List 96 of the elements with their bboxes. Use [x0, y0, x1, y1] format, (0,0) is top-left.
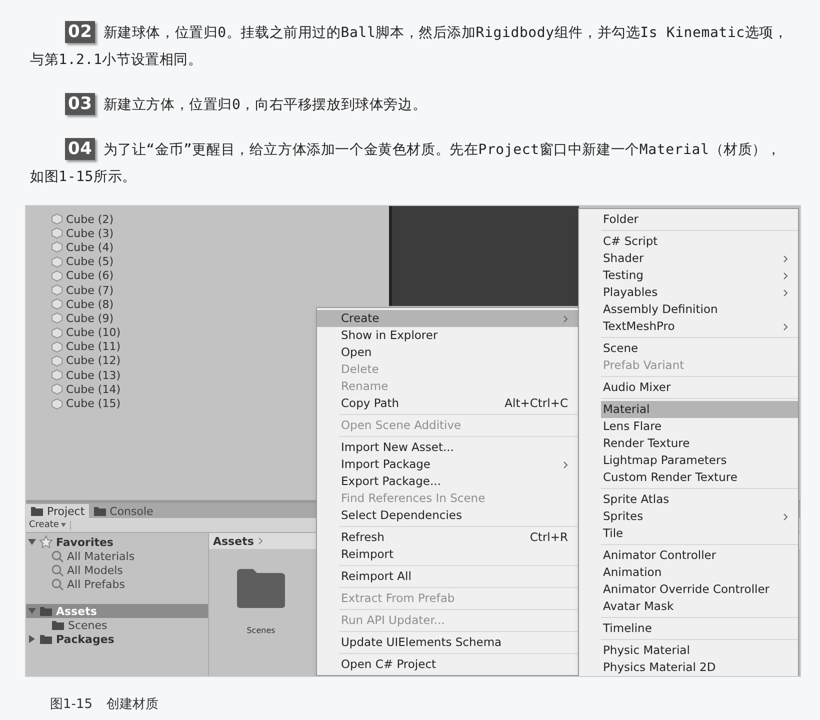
cube-icon [51, 354, 63, 367]
menu-item[interactable]: Reimport [339, 546, 578, 563]
menu-item[interactable]: Custom Render Texture [601, 469, 798, 486]
cube-icon [51, 383, 63, 396]
step-number-badge: 04 [65, 138, 96, 160]
step-paragraph: 03 新建立方体，位置归0，向右平移摆放到球体旁边。 [30, 92, 790, 119]
menu-item[interactable]: Animator Controller [601, 547, 798, 564]
menu-item[interactable]: Shader [601, 250, 798, 267]
cube-icon [51, 270, 63, 282]
cube-icon [51, 241, 63, 254]
cube-icon [51, 227, 63, 240]
cube-icon [51, 369, 63, 382]
search-icon [51, 578, 64, 590]
menu-item[interactable]: Sprite Atlas [601, 491, 798, 508]
hierarchy-item[interactable]: Cube (6) [66, 270, 114, 282]
cube-icon [51, 213, 63, 226]
hierarchy-item[interactable]: Cube (14) [66, 384, 120, 395]
menu-item[interactable]: Open C# Project [339, 656, 578, 673]
menu-item[interactable]: Import New Asset... [339, 439, 578, 456]
hierarchy-item[interactable]: Cube (8) [66, 298, 114, 310]
caret-icon [60, 523, 66, 527]
cube-icon [51, 340, 63, 353]
tree-item[interactable]: All Materials [26, 549, 208, 563]
tree-item[interactable]: All Prefabs [26, 577, 208, 591]
menu-item[interactable]: Testing [601, 267, 798, 284]
tree-item[interactable]: Favorites [26, 535, 208, 549]
hierarchy-item[interactable]: Cube (13) [66, 370, 120, 381]
menu-item[interactable]: Reimport All [339, 568, 578, 585]
cube-icon [51, 312, 63, 324]
tree-item[interactable]: All Models [26, 563, 208, 577]
step-number-badge: 03 [65, 93, 96, 115]
menu-item[interactable]: Playables [601, 284, 798, 301]
menu-item[interactable]: Assembly Definition [601, 301, 798, 318]
hierarchy-item[interactable]: Cube (7) [66, 284, 114, 296]
menu-item[interactable]: Lightmap Parameters [601, 452, 798, 469]
folder-icon [39, 634, 53, 644]
step-number-badge: 02 [65, 21, 96, 43]
panel-tab[interactable]: Project [26, 504, 89, 518]
cube-icon [51, 298, 63, 310]
hierarchy-item[interactable]: Cube (15) [66, 398, 120, 410]
menu-item[interactable]: Tile [601, 525, 798, 542]
menu-item[interactable]: Open [317, 344, 578, 361]
hierarchy-item[interactable]: Cube (11) [66, 341, 120, 352]
hierarchy-item[interactable]: Cube (3) [66, 228, 114, 239]
menu-item[interactable]: Select Dependencies [339, 507, 578, 524]
hierarchy-item[interactable]: Cube (4) [66, 242, 114, 253]
folder-icon[interactable] [235, 567, 287, 609]
menu-item[interactable]: Scene [601, 340, 798, 357]
panel-tab[interactable]: Console [88, 504, 158, 518]
star-icon [39, 535, 53, 549]
expanded-arrow-icon[interactable] [28, 538, 36, 546]
folder-icon [39, 606, 53, 616]
menu-item[interactable]: Physic Material [601, 642, 798, 659]
menu-item[interactable]: Animation [601, 564, 798, 581]
menu-item[interactable]: Animator Override Controller [601, 581, 798, 598]
menu-item[interactable]: Physics Material 2D [601, 659, 798, 676]
menu-item[interactable]: Avatar Mask [601, 598, 798, 615]
expanded-arrow-icon[interactable] [28, 607, 36, 615]
step-paragraph: 04 为了让“金币”更醒目，给立方体添加一个金黄色材质。先在Project窗口中新建一个Material（材质），如图1-15所示。 [30, 137, 782, 187]
collapsed-arrow-icon[interactable] [28, 635, 36, 643]
menu-item[interactable]: Timeline [601, 620, 798, 637]
cube-icon [51, 256, 63, 268]
create-button[interactable]: Create [29, 520, 71, 530]
tree-item[interactable]: Scenes [26, 618, 208, 632]
menu-item[interactable]: Import Package [339, 456, 578, 473]
tree-item[interactable]: Packages [26, 632, 208, 646]
step-paragraph: 02 新建球体，位置归0。挂载之前用过的Ball脚本，然后添加Rigidbody组件，并勾选Is Kinematic选项，与第1.2.1小节设置相同。 [30, 20, 789, 70]
cube-icon [51, 398, 63, 410]
menu-item[interactable]: Refresh Ctrl+R [339, 529, 578, 546]
hierarchy-item[interactable]: Cube (10) [66, 327, 120, 338]
menu-item[interactable]: Lens Flare [601, 418, 798, 435]
hierarchy-item[interactable]: Cube (5) [66, 256, 114, 268]
menu-item[interactable]: Sprites [601, 508, 798, 525]
menu-item[interactable]: C# Script [601, 233, 798, 250]
hierarchy-item[interactable]: Cube (2) [66, 214, 114, 225]
menu-item[interactable]: Export Package... [339, 473, 578, 490]
menu-item[interactable]: Render Texture [601, 435, 798, 452]
menu-item[interactable]: Copy Path Alt+Ctrl+C [317, 395, 578, 412]
menu-item[interactable]: Update UIElements Schema [339, 634, 578, 651]
chevron-right-icon [258, 537, 263, 545]
menu-item[interactable]: Audio Mixer [601, 379, 798, 396]
hierarchy-item[interactable]: Cube (9) [66, 312, 114, 324]
asset-label: Scenes [246, 627, 276, 635]
hierarchy-item[interactable]: Cube (12) [66, 355, 120, 366]
breadcrumb[interactable]: Assets [213, 536, 254, 546]
menu-item[interactable]: Create [317, 310, 578, 327]
menu-item[interactable]: Material [601, 401, 798, 418]
menu-item[interactable]: TextMeshPro [601, 318, 798, 335]
figure-number: 图1-15 [50, 696, 93, 714]
figure-caption: 创建材质 [106, 696, 159, 714]
menu-item[interactable]: Folder [579, 211, 798, 228]
cube-icon [51, 284, 63, 296]
cube-icon [51, 326, 63, 339]
search-icon [51, 564, 64, 576]
menu-item[interactable]: Show in Explorer [317, 327, 578, 344]
search-icon [51, 550, 64, 562]
